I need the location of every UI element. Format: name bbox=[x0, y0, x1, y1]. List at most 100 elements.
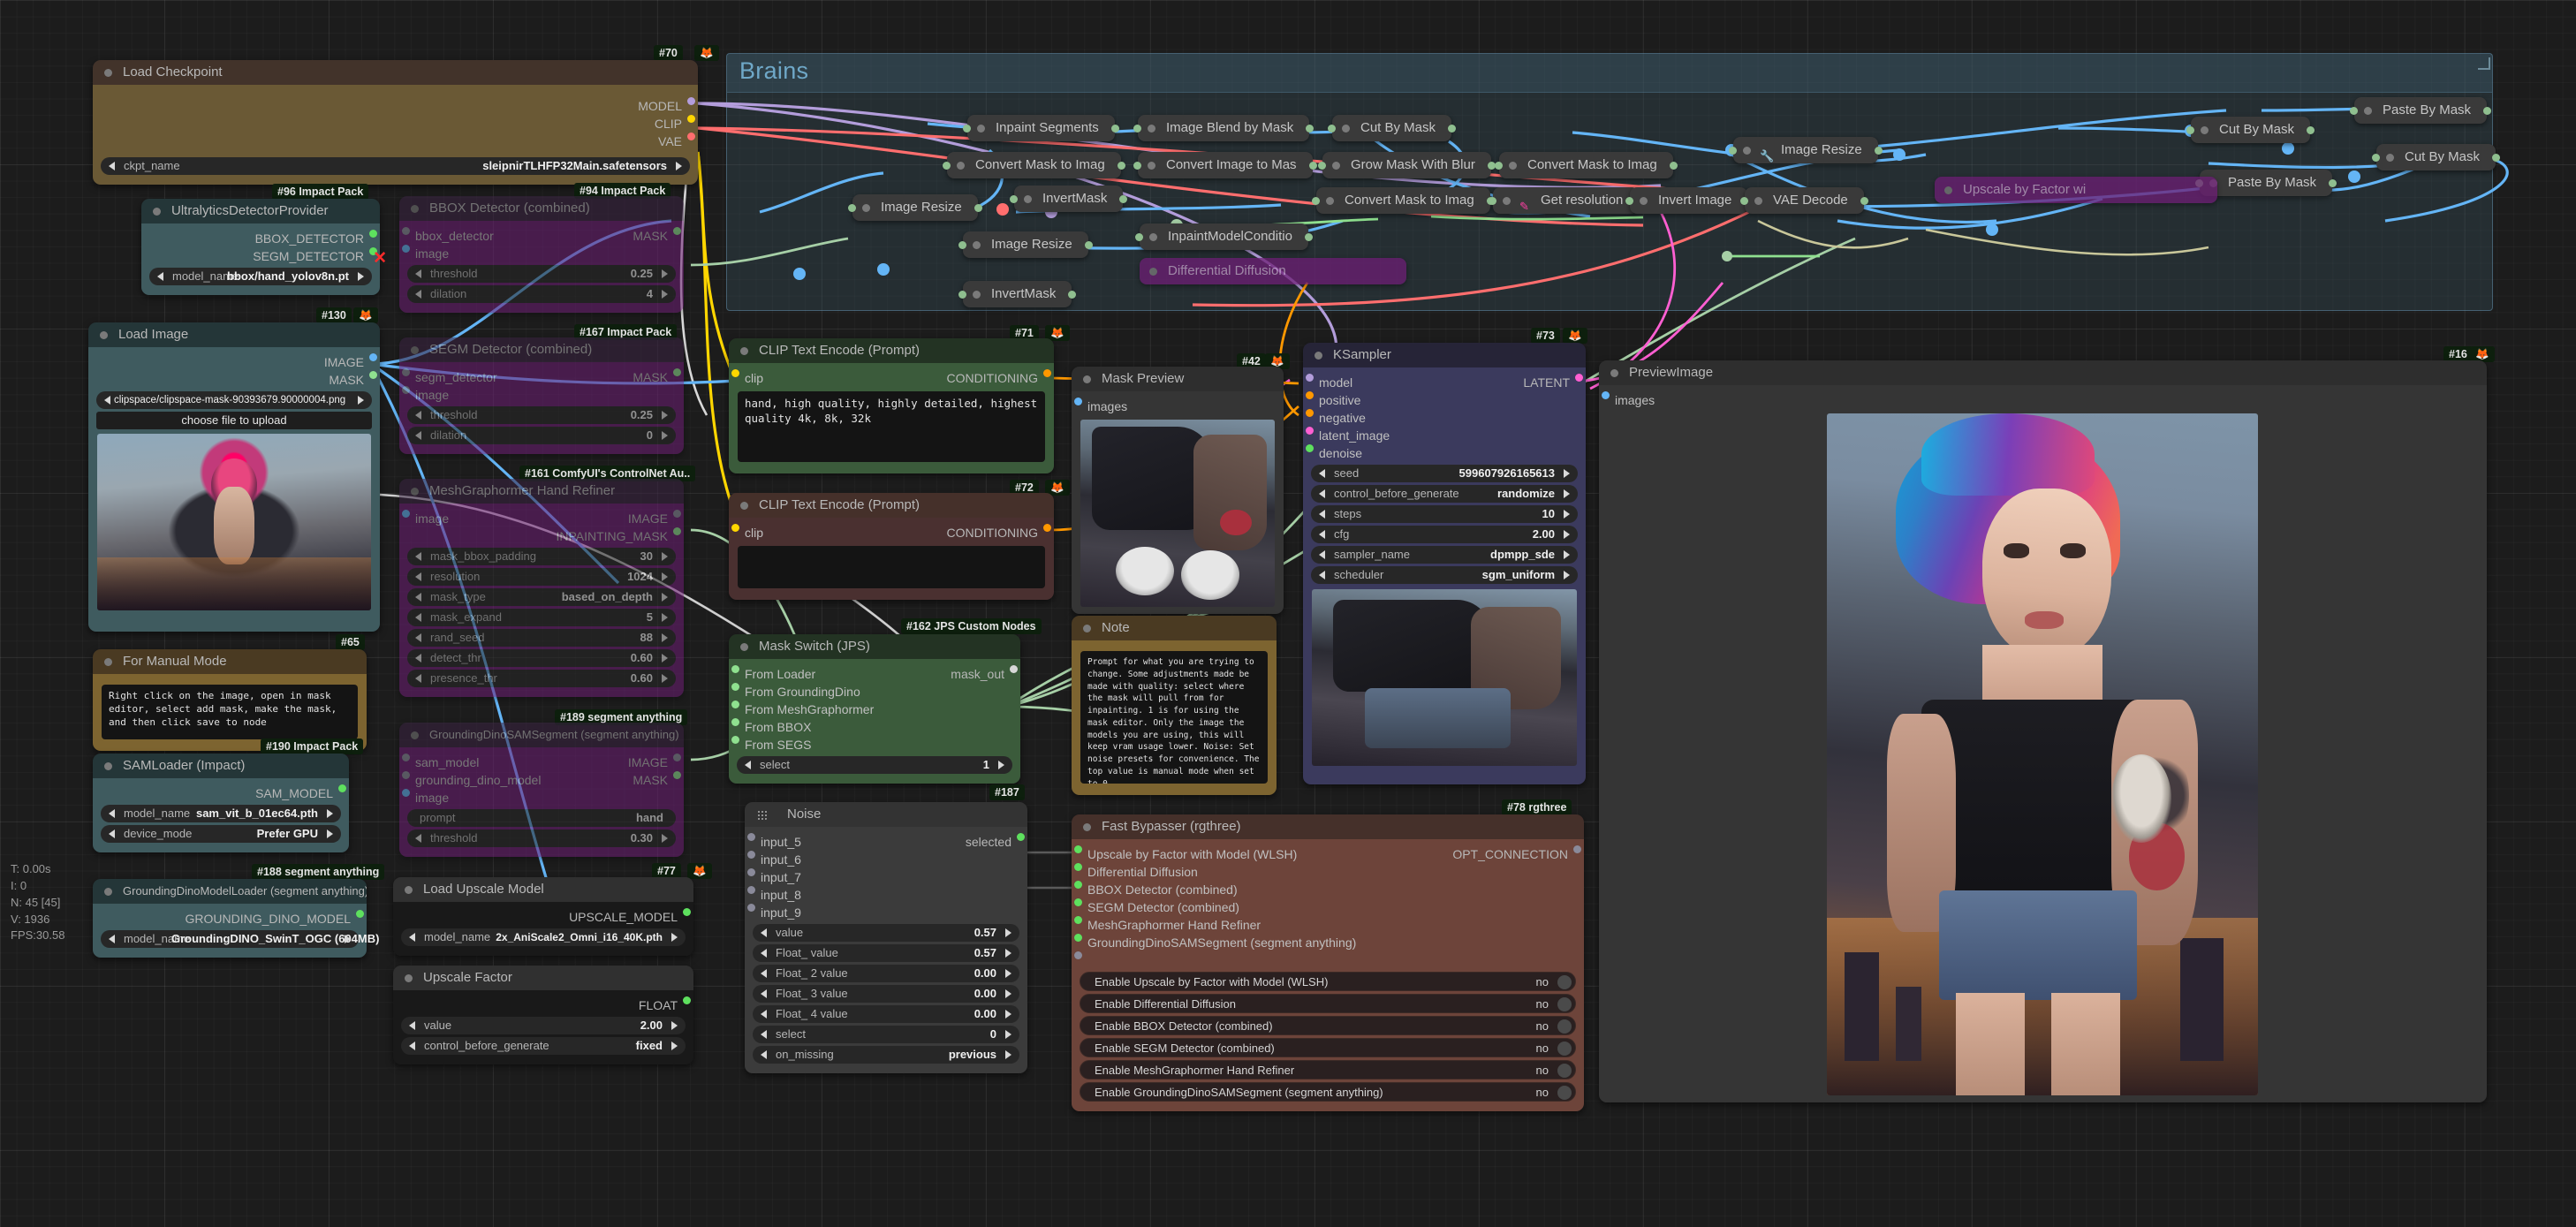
node-titlebar[interactable]: MeshGraphormer Hand Refiner bbox=[399, 479, 684, 504]
collapse-dot-icon[interactable] bbox=[2201, 126, 2209, 134]
collapse-dot-icon[interactable] bbox=[1743, 147, 1751, 155]
sam-model-port-dot[interactable] bbox=[338, 784, 346, 792]
node-upscale-factor[interactable]: Upscale Factor FLOAT value 2.00 control_… bbox=[393, 966, 693, 1064]
model-input-dot[interactable] bbox=[1306, 374, 1314, 382]
node-cut-by-mask-1[interactable]: Cut By Mask bbox=[1328, 115, 1457, 141]
collapse-dot-icon[interactable] bbox=[740, 643, 748, 651]
vae-port-dot[interactable] bbox=[687, 133, 695, 140]
next-arrow-icon[interactable] bbox=[662, 431, 668, 440]
prev-arrow-icon[interactable] bbox=[104, 396, 110, 405]
prev-arrow-icon[interactable] bbox=[109, 162, 115, 170]
output-port-dot[interactable] bbox=[1860, 197, 1868, 205]
node-titlebar[interactable]: For Manual Mode bbox=[93, 649, 367, 674]
diff-diffusion-input-dot[interactable] bbox=[1074, 863, 1082, 871]
float-port-dot[interactable] bbox=[683, 996, 691, 1004]
widget-presence-thr[interactable]: presence_thr 0.60 bbox=[407, 670, 676, 687]
widget-resolution[interactable]: resolution 1024 bbox=[407, 568, 676, 586]
next-arrow-icon[interactable] bbox=[1564, 530, 1570, 539]
input-port-dot[interactable] bbox=[2372, 154, 2380, 162]
sam-model-input-dot[interactable] bbox=[402, 754, 410, 761]
input-6-dot[interactable] bbox=[747, 851, 755, 859]
node-segm-detector-combined[interactable]: SEGM Detector (combined) segm_detector M… bbox=[399, 337, 684, 454]
image-output-dot[interactable] bbox=[673, 754, 681, 761]
widget-image-file[interactable]: clipspace/clipspace-mask-90393679.900000… bbox=[96, 391, 372, 409]
next-arrow-icon[interactable] bbox=[345, 935, 351, 943]
from-groundingdino-input-dot[interactable] bbox=[731, 683, 739, 691]
collapse-dot-icon[interactable] bbox=[1148, 125, 1155, 133]
prev-arrow-icon[interactable] bbox=[409, 933, 415, 942]
output-port-dot[interactable] bbox=[2483, 107, 2492, 115]
node-titlebar[interactable]: GroundingDinoModelLoader (segment anythi… bbox=[93, 879, 367, 904]
node-differential-diffusion[interactable]: Differential Diffusion bbox=[1140, 258, 1406, 284]
collapse-dot-icon[interactable] bbox=[405, 974, 413, 982]
prev-arrow-icon[interactable] bbox=[1319, 510, 1325, 519]
bbox-detector-input-dot[interactable] bbox=[1074, 881, 1082, 889]
toggle-knob[interactable] bbox=[1557, 1019, 1572, 1034]
prev-arrow-icon[interactable] bbox=[415, 593, 421, 602]
next-arrow-icon[interactable] bbox=[1564, 469, 1570, 478]
prev-arrow-icon[interactable] bbox=[109, 809, 115, 818]
node-mask-switch-jps[interactable]: Mask Switch (JPS) From Loader mask_out F… bbox=[729, 634, 1020, 784]
node-clip-text-encode-positive[interactable]: CLIP Text Encode (Prompt) clip CONDITION… bbox=[729, 338, 1054, 473]
mask-output-dot[interactable] bbox=[673, 227, 681, 235]
input-port-dot[interactable] bbox=[1328, 125, 1336, 133]
next-arrow-icon[interactable] bbox=[662, 572, 668, 581]
upscale-model-port-dot[interactable] bbox=[683, 908, 691, 916]
node-for-manual-mode[interactable]: For Manual Mode Right click on the image… bbox=[93, 649, 367, 751]
comfyui-canvas[interactable]: Brains #70 🦊 Load Checkpoint MODEL CLIP … bbox=[0, 0, 2576, 1227]
prev-arrow-icon[interactable] bbox=[1319, 489, 1325, 498]
input-port-dot[interactable] bbox=[963, 125, 971, 133]
next-arrow-icon[interactable] bbox=[1005, 989, 1011, 998]
node-groundingdinosamsegment[interactable]: GroundingDinoSAMSegment (segment anythin… bbox=[399, 723, 684, 857]
input-8-dot[interactable] bbox=[747, 886, 755, 894]
node-titlebar[interactable]: Mask Preview bbox=[1072, 367, 1284, 391]
node-preview-image[interactable]: PreviewImage images bbox=[1599, 360, 2487, 1102]
toggle-enable-segm-detector[interactable]: Enable SEGM Detector (combined) no bbox=[1080, 1038, 1576, 1057]
next-arrow-icon[interactable] bbox=[671, 1021, 678, 1030]
collapse-dot-icon[interactable] bbox=[411, 346, 419, 354]
prev-arrow-icon[interactable] bbox=[409, 1041, 415, 1050]
collapse-dot-icon[interactable] bbox=[1149, 268, 1157, 276]
widget-cfg[interactable]: cfg 2.00 bbox=[1311, 526, 1578, 543]
toggle-knob[interactable] bbox=[1557, 1086, 1572, 1100]
widget-dino-model-name[interactable]: model_name GroundingDINO_SwinT_OGC (694M… bbox=[101, 930, 379, 948]
toggle-knob[interactable] bbox=[1557, 1064, 1572, 1078]
output-port-dot[interactable] bbox=[1084, 241, 1093, 249]
from-loader-input-dot[interactable] bbox=[731, 665, 739, 673]
prev-arrow-icon[interactable] bbox=[415, 431, 421, 440]
collapse-dot-icon[interactable] bbox=[862, 204, 870, 212]
widget-control-before-generate[interactable]: control_before_generate fixed bbox=[401, 1037, 686, 1055]
node-titlebar[interactable]: BBOX Detector (combined) bbox=[399, 196, 684, 221]
widget-threshold[interactable]: threshold 0.30 bbox=[407, 829, 676, 847]
node-cut-by-mask-3[interactable]: Cut By Mask bbox=[2372, 144, 2501, 170]
output-port-dot[interactable] bbox=[1669, 162, 1678, 170]
toggle-enable-dinosamsegment[interactable]: Enable GroundingDinoSAMSegment (segment … bbox=[1080, 1082, 1576, 1102]
widget-dilation[interactable]: dilation 0 bbox=[407, 427, 676, 444]
next-arrow-icon[interactable] bbox=[1564, 510, 1570, 519]
prev-arrow-icon[interactable] bbox=[415, 633, 421, 642]
widget-mask-expand[interactable]: mask_expand 5 bbox=[407, 609, 676, 626]
image-port-dot[interactable] bbox=[369, 353, 377, 361]
output-port-dot[interactable] bbox=[974, 204, 982, 212]
toggle-enable-bbox-detector[interactable]: Enable BBOX Detector (combined) no bbox=[1080, 1016, 1576, 1035]
model-port-dot[interactable] bbox=[687, 97, 695, 105]
input-port-dot[interactable] bbox=[1133, 125, 1141, 133]
node-image-resize-3[interactable]: 🔧 Image Resize bbox=[1729, 137, 1883, 163]
clip-input-dot[interactable] bbox=[731, 369, 739, 377]
node-cut-by-mask-2[interactable]: Cut By Mask bbox=[2186, 117, 2315, 143]
output-port-dot[interactable] bbox=[2492, 154, 2501, 162]
node-convert-mask-to-image-2[interactable]: Convert Mask to Imag bbox=[1495, 152, 1678, 178]
node-groundingdino-model-loader[interactable]: GroundingDinoModelLoader (segment anythi… bbox=[93, 879, 379, 958]
widget-seed[interactable]: seed 599607926165613 bbox=[1311, 465, 1578, 482]
node-grow-mask-with-blur[interactable]: Grow Mask With Blur bbox=[1318, 152, 1496, 178]
prev-arrow-icon[interactable] bbox=[157, 272, 163, 281]
next-arrow-icon[interactable] bbox=[671, 933, 678, 942]
next-arrow-icon[interactable] bbox=[1005, 1010, 1011, 1019]
prev-arrow-icon[interactable] bbox=[109, 829, 115, 838]
node-invert-mask-1[interactable]: InvertMask bbox=[1010, 186, 1128, 212]
collapse-dot-icon[interactable] bbox=[411, 731, 419, 739]
positive-input-dot[interactable] bbox=[1306, 391, 1314, 399]
node-titlebar[interactable]: Noise bbox=[745, 802, 1027, 827]
conditioning-output-dot[interactable] bbox=[1043, 369, 1051, 377]
widget-on-missing[interactable]: on_missing previous bbox=[753, 1046, 1019, 1064]
